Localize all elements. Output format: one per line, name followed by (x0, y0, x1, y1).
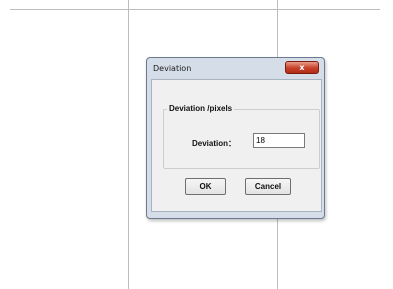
ok-button[interactable]: OK (185, 178, 226, 195)
dialog-title: Deviation (153, 64, 192, 73)
grid-line-horizontal (10, 9, 380, 10)
deviation-dialog: Deviation x Deviation /pixels Deviation：… (146, 57, 325, 219)
close-icon: x (299, 62, 305, 72)
cancel-button[interactable]: Cancel (245, 178, 291, 195)
dialog-client-area: Deviation /pixels Deviation： OK Cancel (151, 79, 322, 212)
groupbox-title: Deviation /pixels (167, 104, 235, 113)
deviation-input[interactable] (253, 133, 305, 148)
grid-line-vertical (128, 0, 129, 289)
deviation-groupbox: Deviation /pixels Deviation： (163, 104, 320, 169)
deviation-label: Deviation： (192, 139, 237, 148)
close-button[interactable]: x (285, 61, 319, 74)
